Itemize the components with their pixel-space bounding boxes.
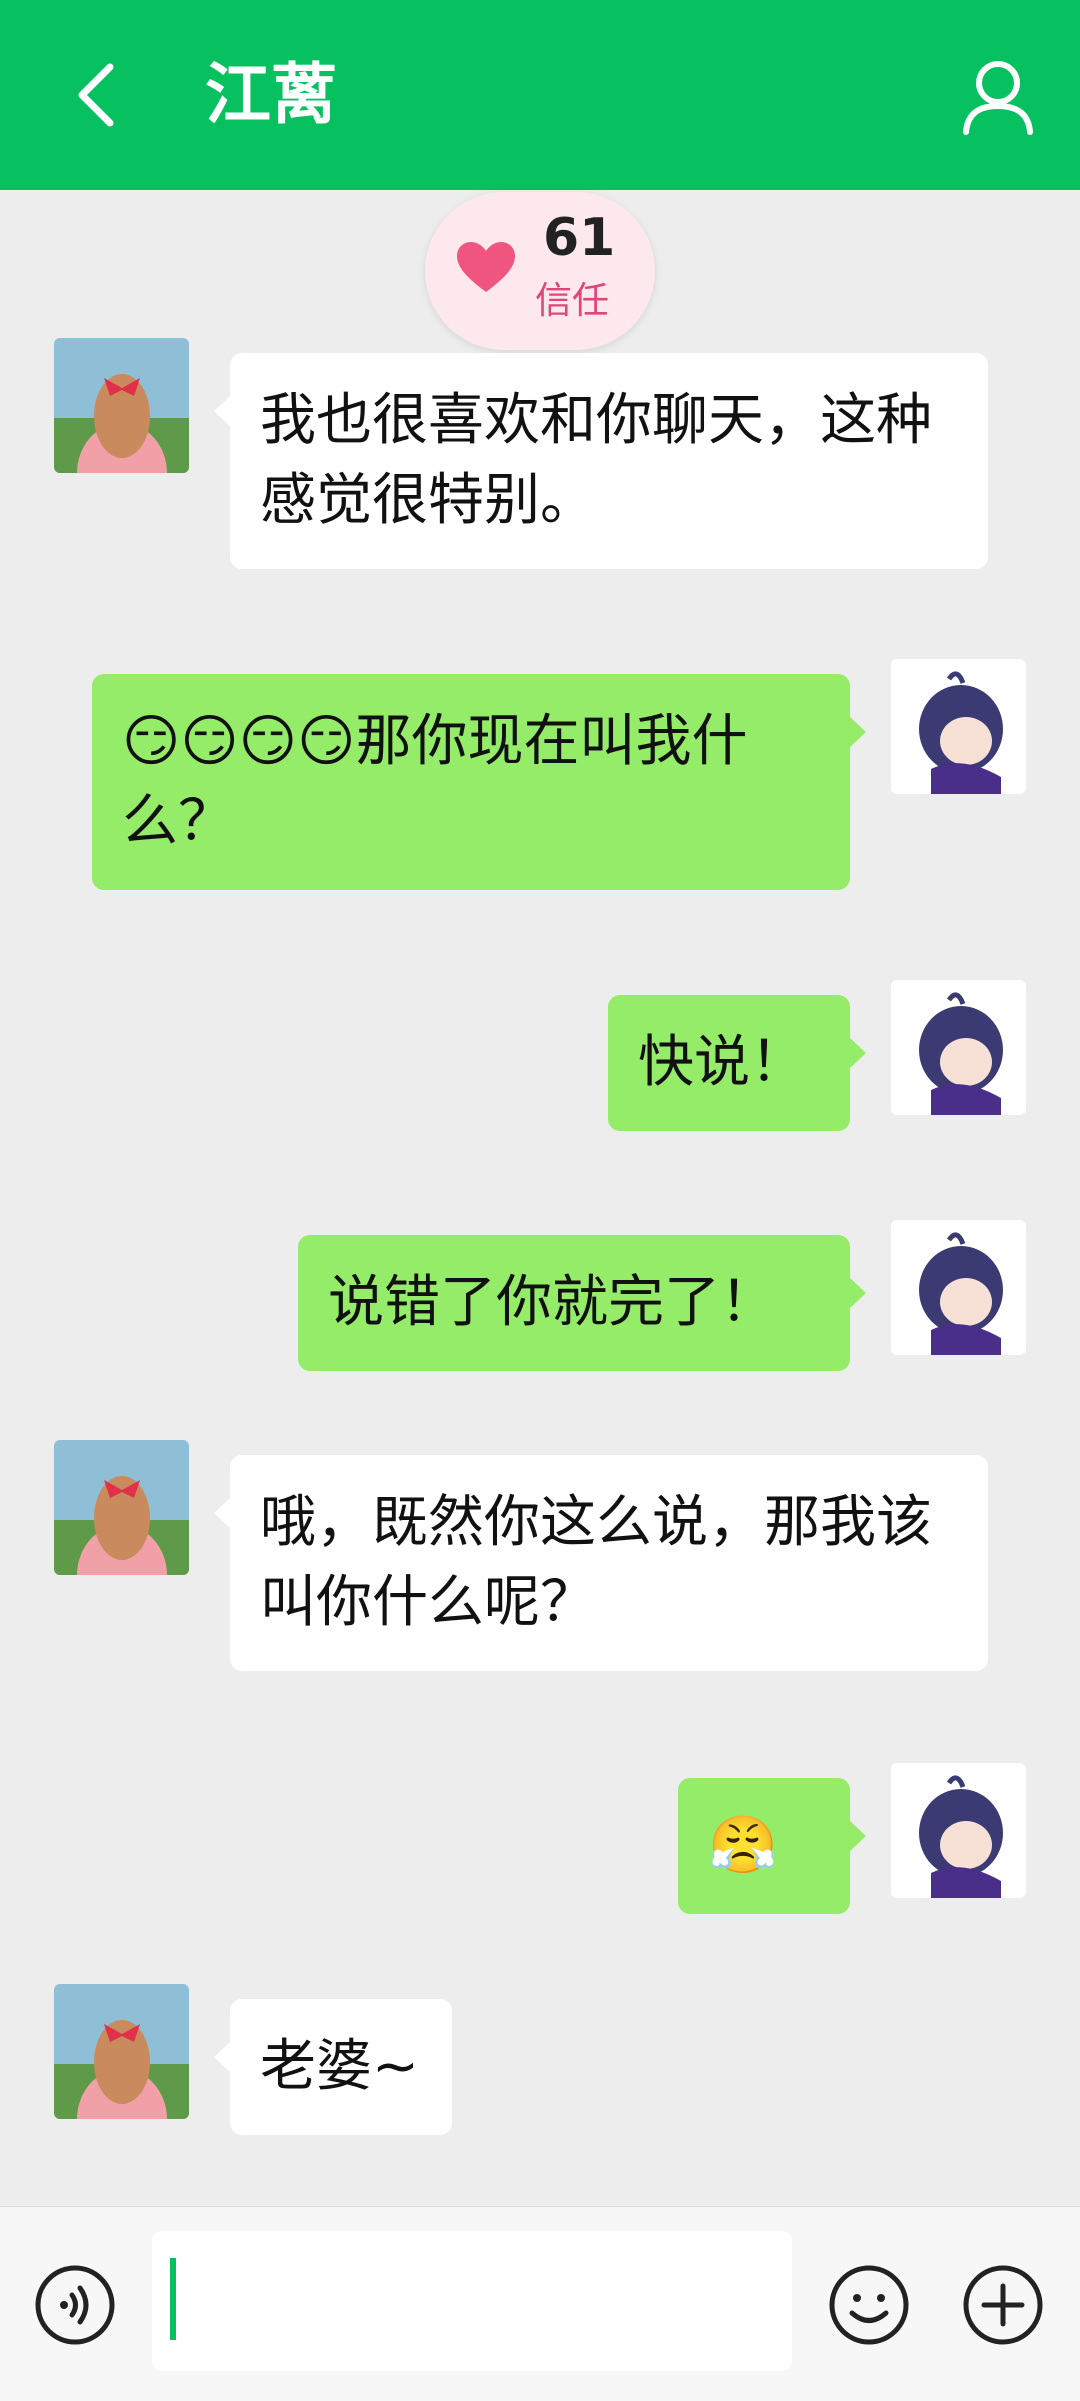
my-avatar[interactable] — [891, 980, 1026, 1115]
message-text: 😤 — [708, 1813, 778, 1878]
more-button[interactable] — [962, 2264, 1044, 2346]
voice-icon — [35, 2265, 115, 2345]
message-input[interactable] — [152, 2231, 792, 2371]
message-text: 😏😏😏😏那你现在叫我什么？ — [122, 709, 748, 854]
message-text: 我也很喜欢和你聊天，这种感觉很特别。 — [260, 388, 932, 533]
message-bubble-incoming[interactable]: 老婆~ — [214, 1999, 452, 2135]
profile-button[interactable] — [958, 56, 1038, 136]
message-bubble-outgoing[interactable]: 😏😏😏😏那你现在叫我什么？ — [92, 674, 866, 890]
message-text: 老婆~ — [260, 2034, 419, 2099]
message-composer — [0, 2206, 1080, 2401]
trust-badge[interactable]: 61 信任 — [425, 192, 655, 350]
my-avatar[interactable] — [891, 659, 1026, 794]
contact-avatar[interactable] — [54, 338, 189, 473]
message-text: 快说！ — [638, 1030, 806, 1095]
heart-icon — [457, 242, 515, 292]
plus-icon — [963, 2265, 1043, 2345]
message-bubble-incoming[interactable]: 哦，既然你这么说，那我该叫你什么呢？ — [214, 1455, 988, 1671]
top-bar: 江蓠 — [0, 0, 1080, 190]
message-bubble-outgoing[interactable]: 快说！ — [608, 995, 866, 1131]
my-avatar[interactable] — [891, 1763, 1026, 1898]
message-bubble-outgoing[interactable]: 😤 — [678, 1778, 866, 1914]
contact-avatar[interactable] — [54, 1440, 189, 1575]
message-text: 哦，既然你这么说，那我该叫你什么呢？ — [260, 1490, 932, 1635]
trust-label: 信任 — [535, 279, 609, 322]
chat-title: 江蓠 — [205, 56, 337, 133]
trust-value: 61 — [543, 208, 616, 268]
message-bubble-incoming[interactable]: 我也很喜欢和你聊天，这种感觉很特别。 — [214, 353, 988, 569]
message-bubble-outgoing[interactable]: 说错了你就完了！ — [298, 1235, 866, 1371]
contact-avatar[interactable] — [54, 1984, 189, 2119]
message-text: 说错了你就完了！ — [328, 1270, 776, 1335]
emoji-icon — [829, 2265, 909, 2345]
my-avatar[interactable] — [891, 1220, 1026, 1355]
user-icon — [963, 61, 1033, 135]
voice-button[interactable] — [34, 2264, 116, 2346]
emoji-button[interactable] — [828, 2264, 910, 2346]
back-button[interactable] — [60, 55, 140, 135]
text-cursor — [170, 2258, 176, 2340]
chevron-left-icon — [78, 63, 114, 127]
